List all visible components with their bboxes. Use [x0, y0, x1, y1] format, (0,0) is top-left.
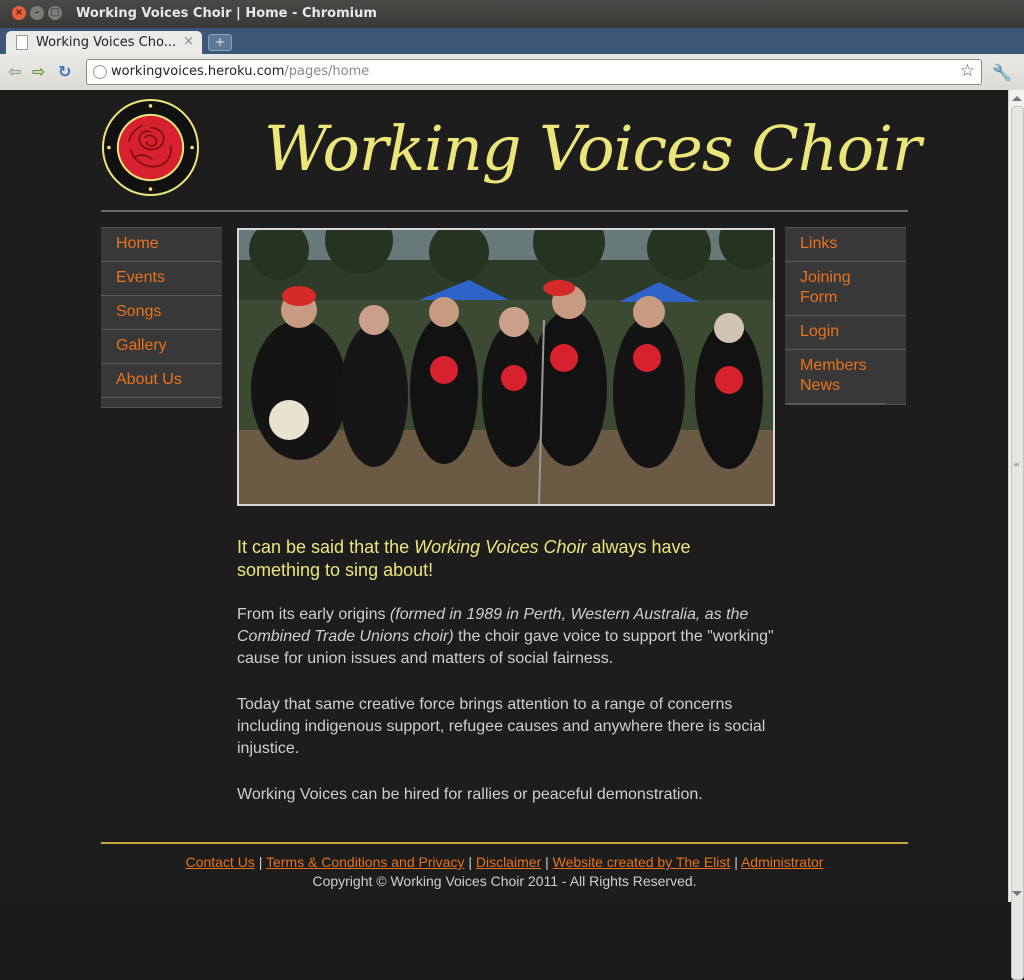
tab-close-icon[interactable]: × [183, 34, 194, 49]
back-arrow-icon[interactable]: ⇦ [8, 62, 21, 81]
nav-item-members-news[interactable]: Members News [785, 350, 885, 404]
page-icon [16, 35, 28, 50]
lead-paragraph: It can be said that the Working Voices C… [237, 536, 777, 582]
scroll-down-arrow-icon[interactable] [1012, 891, 1022, 896]
main-content: It can be said that the Working Voices C… [237, 536, 777, 830]
lead-prefix: It can be said that the [237, 537, 415, 557]
nav-item-joining-form[interactable]: Joining Form [785, 262, 906, 316]
globe-icon [93, 65, 107, 79]
header-divider [101, 210, 908, 212]
right-navigation: Links Joining Form Login Members News [785, 227, 906, 405]
footer-separator: | [545, 854, 549, 870]
forward-arrow-icon[interactable]: ⇨ [32, 62, 45, 81]
origins-paragraph: From its early origins (formed in 1989 i… [237, 604, 777, 670]
lead-choir-name: Working Voices Choir [414, 537, 587, 557]
footer-separator: | [468, 854, 472, 870]
nav-item-songs[interactable]: Songs [101, 296, 222, 330]
administrator-link[interactable]: Administrator [741, 854, 823, 870]
url-host: workingvoices.heroku.com [111, 64, 285, 79]
minimize-window-button[interactable]: – [30, 6, 44, 20]
browser-toolbar: ⇦ ⇨ ↻ workingvoices.heroku.com/pages/hom… [0, 54, 1024, 91]
address-bar[interactable]: workingvoices.heroku.com/pages/home ☆ [86, 59, 982, 85]
url-text: workingvoices.heroku.com/pages/home [111, 64, 369, 79]
website-credit-link[interactable]: Website created by The Elist [553, 854, 731, 870]
scrollbar-thumb[interactable] [1011, 106, 1024, 980]
copyright-text: Copyright © Working Voices Choir 2011 - … [312, 873, 697, 889]
contact-us-link[interactable]: Contact Us [186, 854, 255, 870]
hire-paragraph: Working Voices can be hired for rallies … [237, 786, 703, 803]
choir-photo-image [239, 230, 773, 504]
nav-item-home[interactable]: Home [101, 228, 222, 262]
bookmark-star-icon[interactable]: ☆ [960, 61, 975, 81]
nav-item-login[interactable]: Login [785, 316, 906, 350]
choir-logo [101, 98, 200, 197]
page-scrollbar[interactable]: ≡ [1008, 90, 1024, 980]
wrench-menu-icon[interactable]: 🔧 [992, 63, 1012, 82]
left-navigation: Home Events Songs Gallery About Us [101, 227, 222, 408]
footer: Contact Us | Terms & Conditions and Priv… [101, 853, 908, 891]
today-paragraph: Today that same creative force brings at… [237, 696, 766, 757]
terms-link[interactable]: Terms & Conditions and Privacy [266, 854, 464, 870]
nav-item-links[interactable]: Links [785, 228, 906, 262]
scroll-grip-icon: ≡ [1013, 460, 1020, 469]
origins-prefix: From its early origins [237, 606, 390, 623]
footer-divider [101, 842, 908, 844]
new-tab-button[interactable]: + [208, 34, 232, 51]
reload-icon[interactable]: ↻ [58, 62, 71, 81]
close-window-button[interactable]: × [12, 6, 26, 20]
window-titlebar: × – □ Working Voices Choir | Home - Chro… [0, 0, 1024, 28]
site-title: Working Voices Choir [264, 112, 922, 185]
choir-photo [237, 228, 775, 506]
tab-home[interactable]: Working Voices Cho... × [6, 31, 202, 54]
footer-separator: | [734, 854, 738, 870]
web-page: Working Voices Choir Home Events Songs G… [0, 90, 1008, 902]
nav-item-gallery[interactable]: Gallery [101, 330, 222, 364]
tab-strip: Working Voices Cho... × + [0, 28, 1024, 54]
window-title: Working Voices Choir | Home - Chromium [76, 6, 377, 21]
scroll-up-arrow-icon[interactable] [1012, 96, 1022, 101]
footer-separator: | [258, 854, 263, 870]
disclaimer-link[interactable]: Disclaimer [476, 854, 541, 870]
nav-item-events[interactable]: Events [101, 262, 222, 296]
maximize-window-button[interactable]: □ [48, 6, 62, 20]
tab-label: Working Voices Cho... [36, 35, 177, 50]
footer-links: Contact Us | Terms & Conditions and Priv… [101, 853, 908, 872]
nav-item-about-us[interactable]: About Us [101, 364, 222, 398]
url-path: /pages/home [284, 64, 370, 79]
